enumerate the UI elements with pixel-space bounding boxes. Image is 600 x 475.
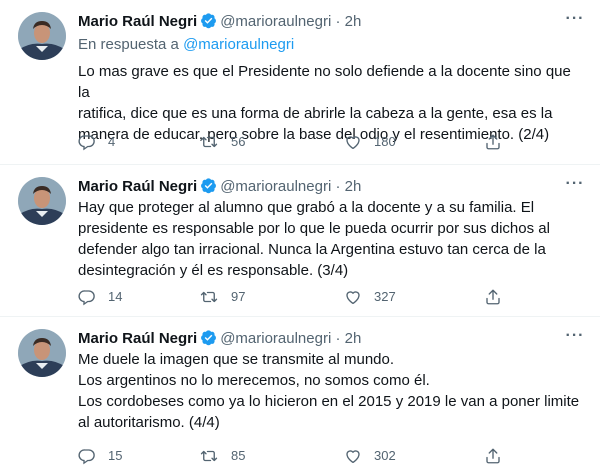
retweet-button[interactable]: 97 <box>199 286 245 308</box>
like-count: 327 <box>374 289 396 304</box>
share-button[interactable] <box>484 131 502 153</box>
reply-prefix: En respuesta a <box>78 36 179 53</box>
reply-count: 15 <box>108 448 123 463</box>
share-icon <box>484 133 502 151</box>
reply-context: En respuesta a @marioraulnegri <box>78 35 294 55</box>
tweet-text: Hay que proteger al alumno que grabó a l… <box>78 199 550 279</box>
like-button[interactable]: 302 <box>344 445 396 467</box>
avatar[interactable] <box>18 177 66 225</box>
more-dots-icon[interactable]: ··· <box>564 327 586 349</box>
reply-count: 14 <box>108 289 123 304</box>
avatar[interactable] <box>18 12 66 60</box>
retweet-icon <box>199 288 219 306</box>
reply-count: 4 <box>108 134 116 149</box>
retweet-count: 85 <box>231 448 246 463</box>
avatar-photo <box>18 329 66 377</box>
author-name[interactable]: Mario Raúl Negri <box>78 330 197 347</box>
reply-icon <box>78 447 96 465</box>
separator-dot: · <box>335 330 341 347</box>
tweet-actions: 4 56 180 <box>78 131 560 153</box>
retweet-button[interactable]: 85 <box>199 445 245 467</box>
reply-button[interactable]: 4 <box>78 131 115 153</box>
heart-icon <box>344 288 362 306</box>
share-icon <box>484 447 502 465</box>
timestamp[interactable]: 2h <box>345 13 362 30</box>
author-handle[interactable]: @marioraulnegri <box>220 13 331 30</box>
more-dots-icon[interactable]: ··· <box>564 175 586 197</box>
share-button[interactable] <box>484 286 502 308</box>
reply-button[interactable]: 15 <box>78 445 122 467</box>
like-count: 302 <box>374 448 396 463</box>
author-handle[interactable]: @marioraulnegri <box>220 330 331 347</box>
tweet-actions: 14 97 327 <box>78 286 560 308</box>
share-button[interactable] <box>484 445 502 467</box>
like-button[interactable]: 180 <box>344 131 396 153</box>
avatar-photo <box>18 12 66 60</box>
heart-icon <box>344 447 362 465</box>
reply-button[interactable]: 14 <box>78 286 122 308</box>
tweet[interactable]: Mario Raúl Negri @marioraulnegri · 2h ···… <box>0 317 600 475</box>
tweet-header: Mario Raúl Negri @marioraulnegri · 2h <box>78 176 584 198</box>
avatar[interactable] <box>18 329 66 377</box>
author-name[interactable]: Mario Raúl Negri <box>78 178 197 195</box>
heart-icon <box>344 133 362 151</box>
timestamp[interactable]: 2h <box>345 330 362 347</box>
tweet-header: Mario Raúl Negri @marioraulnegri · 2h <box>78 11 584 33</box>
reply-icon <box>78 288 96 306</box>
avatar-photo <box>18 177 66 225</box>
author-name[interactable]: Mario Raúl Negri <box>78 13 197 30</box>
reply-icon <box>78 133 96 151</box>
retweet-button[interactable]: 56 <box>199 131 245 153</box>
tweet-actions: 15 85 302 <box>78 445 560 467</box>
tweet[interactable]: Mario Raúl Negri @marioraulnegri · 2h ···… <box>0 0 600 165</box>
retweet-icon <box>199 447 219 465</box>
retweet-icon <box>199 133 219 151</box>
retweet-count: 56 <box>231 134 246 149</box>
tweet-text: Me duele la imagen que se transmite al m… <box>78 351 580 431</box>
reply-handle-link[interactable]: @marioraulnegri <box>183 36 294 53</box>
like-button[interactable]: 327 <box>344 286 396 308</box>
tweet-header: Mario Raúl Negri @marioraulnegri · 2h <box>78 328 584 350</box>
tweet[interactable]: Mario Raúl Negri @marioraulnegri · 2h ···… <box>0 165 600 317</box>
share-icon <box>484 288 502 306</box>
like-count: 180 <box>374 134 396 149</box>
separator-dot: · <box>335 13 341 30</box>
verified-badge-icon <box>200 12 217 36</box>
separator-dot: · <box>335 178 341 195</box>
author-handle[interactable]: @marioraulnegri <box>220 178 331 195</box>
retweet-count: 97 <box>231 289 246 304</box>
timestamp[interactable]: 2h <box>345 178 362 195</box>
more-dots-icon[interactable]: ··· <box>564 10 586 32</box>
